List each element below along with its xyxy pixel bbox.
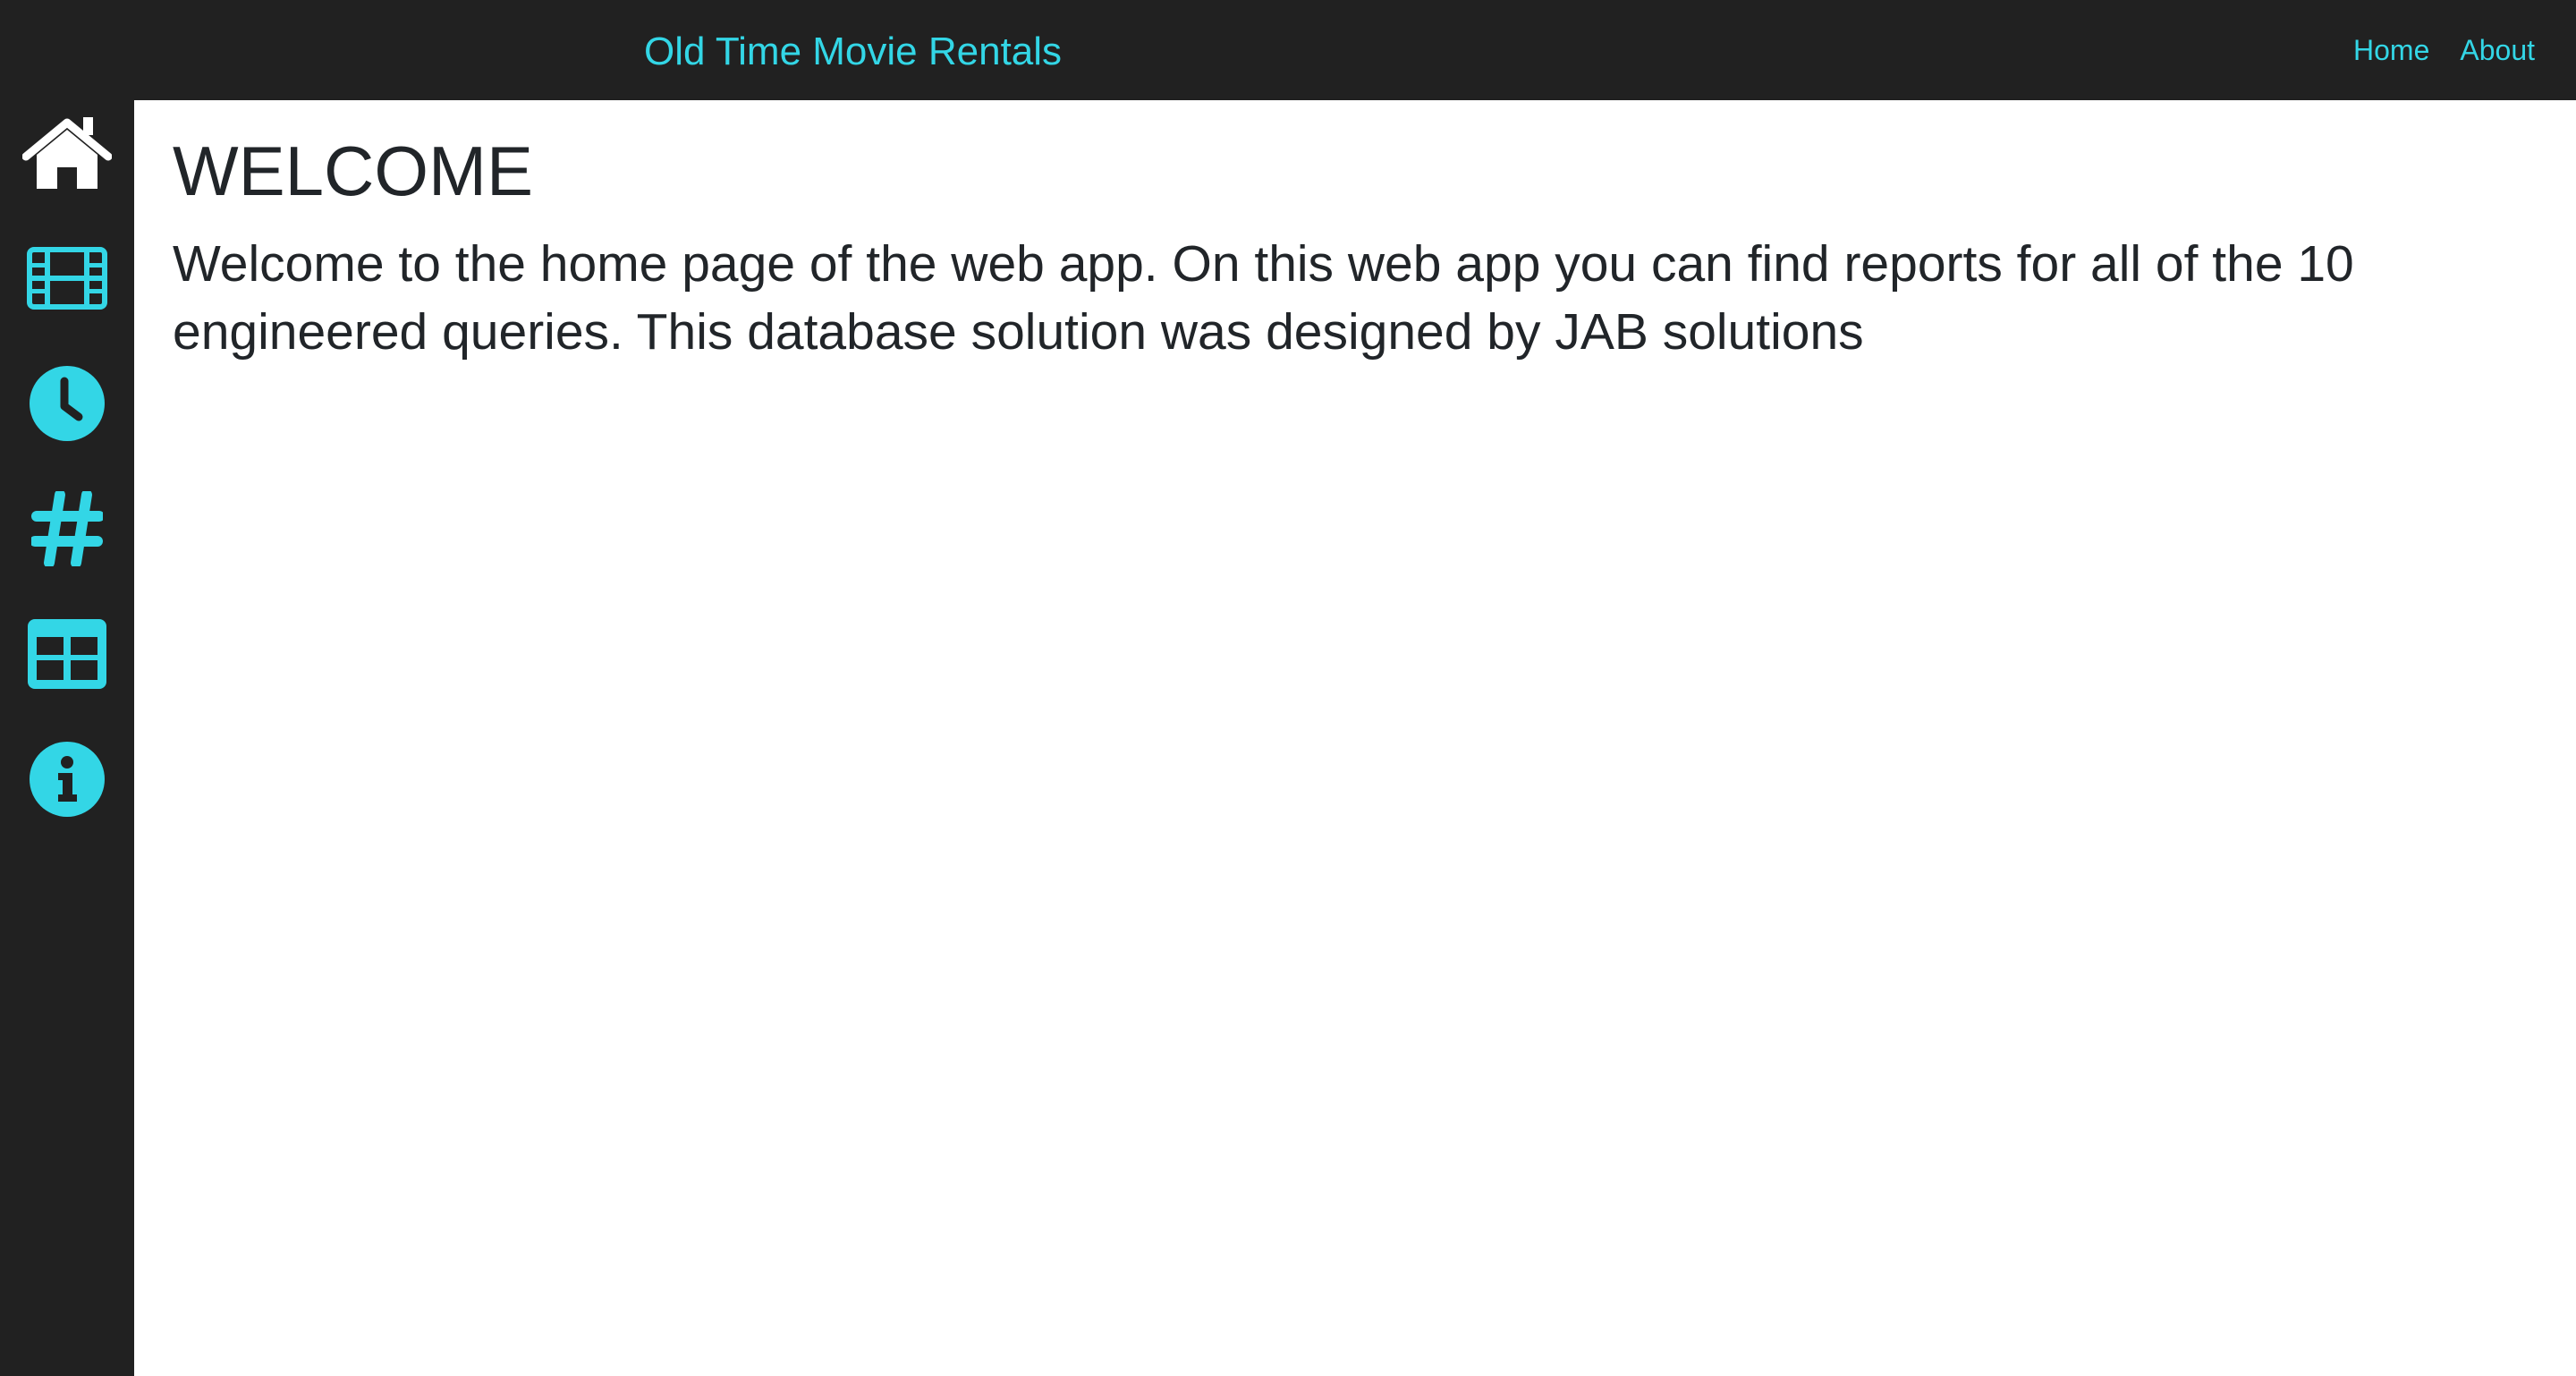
sidebar-item-table[interactable] [0, 605, 134, 703]
sidebar-item-clock[interactable] [0, 354, 134, 453]
nav-home-link[interactable]: Home [2353, 34, 2429, 67]
nav-about-link[interactable]: About [2460, 34, 2535, 67]
info-icon [30, 742, 105, 817]
sidebar-item-info[interactable] [0, 730, 134, 828]
intro-text: Welcome to the home page of the web app.… [173, 235, 2354, 361]
sidebar [0, 100, 134, 1376]
top-navbar: Old Time Movie Rentals Home About [0, 0, 2576, 100]
clock-icon [30, 366, 105, 441]
hashtag-icon [31, 491, 103, 566]
page-title: WELCOME [173, 132, 534, 210]
home-icon [22, 117, 112, 189]
brand-link[interactable]: Old Time Movie Rentals [644, 0, 1062, 100]
top-nav-links: Home About [2353, 0, 2535, 100]
sidebar-item-home[interactable] [0, 104, 134, 202]
table-icon [28, 619, 106, 689]
film-icon [27, 247, 107, 310]
sidebar-item-hashtag[interactable] [0, 480, 134, 578]
main-content: WELCOME Welcome to the home page of the … [134, 100, 2576, 1376]
sidebar-item-film[interactable] [0, 229, 134, 327]
